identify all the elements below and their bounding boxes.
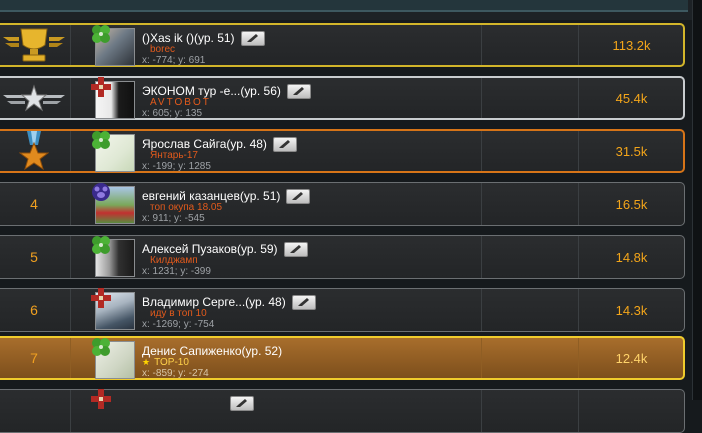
- leaderboard-row[interactable]: ЭКОНОМ тур -е...(ур. 56) AVTOBOT x: 605;…: [0, 76, 685, 120]
- player-coords: x: -199; y: 1285: [142, 161, 211, 172]
- clan-name[interactable]: Килджамп: [150, 255, 198, 266]
- silver-winged-star-icon: [0, 78, 68, 118]
- player-coords: x: 605; y: 135: [142, 108, 203, 119]
- gold-trophy-icon: [0, 25, 68, 65]
- player-score: 12.4k: [615, 350, 648, 366]
- player-score: 31.5k: [615, 143, 648, 159]
- leaderboard-row-current-player[interactable]: 7 Денис Сапиженко(ур. 52) ★ TOP-10 x: -85…: [0, 336, 685, 380]
- rank-number: 5: [30, 249, 38, 265]
- pencil-icon[interactable]: [283, 241, 308, 257]
- leaderboard-row[interactable]: [0, 389, 685, 433]
- pencil-icon[interactable]: [240, 30, 265, 46]
- leaderboard-row[interactable]: 4 евгений казанцев(ур. 51) топ окупа 18.…: [0, 182, 685, 226]
- pencil-icon[interactable]: [230, 395, 254, 411]
- leaderboard-row[interactable]: ()Xas ik ()(ур. 51) borec x: -774; y: 69…: [0, 23, 685, 67]
- leaderboard-row[interactable]: Ярослав Сайга(ур. 48) Янтарь-17 x: -199;…: [0, 129, 685, 173]
- clan-name[interactable]: топ окупа 18.05: [150, 202, 222, 213]
- rank-number: 4: [30, 196, 38, 212]
- leaderboard-row[interactable]: 6 Владимир Серге...(ур. 48) иду в топ 10…: [0, 288, 685, 332]
- clan-name[interactable]: AVTOBOT: [150, 97, 211, 108]
- pencil-icon[interactable]: [286, 83, 311, 99]
- player-name[interactable]: Владимир Серге...(ур. 48): [142, 295, 286, 309]
- purple-paw-badge-icon: [90, 181, 112, 203]
- player-name[interactable]: Алексей Пузаков(ур. 59): [142, 242, 278, 256]
- clan-name[interactable]: borec: [150, 44, 175, 55]
- player-coords: x: -859; y: -274: [142, 368, 209, 379]
- red-cross-badge-icon: [90, 287, 112, 309]
- red-cross-badge-icon: [90, 388, 112, 410]
- clan-name[interactable]: Янтарь-17: [150, 150, 198, 161]
- player-coords: x: 911; y: -545: [142, 213, 205, 224]
- player-coords: x: -774; y: 691: [142, 55, 206, 66]
- clan-name[interactable]: TOP-10: [154, 357, 189, 368]
- pencil-icon[interactable]: [272, 136, 297, 152]
- green-clover-badge-icon: [90, 234, 112, 256]
- player-name[interactable]: ()Xas ik ()(ур. 51): [142, 31, 235, 45]
- player-score: 45.4k: [615, 90, 648, 106]
- player-score: 113.2k: [612, 37, 651, 53]
- clan-line: ★ TOP-10: [142, 357, 189, 368]
- green-clover-badge-icon: [90, 23, 112, 45]
- player-coords: x: -1269; y: -754: [142, 319, 215, 330]
- red-cross-badge-icon: [90, 76, 112, 98]
- clan-name[interactable]: иду в топ 10: [150, 308, 207, 319]
- leaderboard-row[interactable]: 5 Алексей Пузаков(ур. 59) Килджамп x: 12…: [0, 235, 685, 279]
- rank-number: 6: [30, 302, 38, 318]
- star-icon: ★: [142, 357, 151, 367]
- player-coords: x: 1231; y: -399: [142, 266, 211, 277]
- rank-number: 7: [30, 350, 38, 366]
- bronze-star-medal-icon: [0, 131, 68, 171]
- green-clover-badge-icon: [90, 129, 112, 151]
- player-name[interactable]: Денис Сапиженко(ур. 52): [142, 344, 282, 358]
- player-name[interactable]: Ярослав Сайга(ур. 48): [142, 137, 267, 151]
- scrollbar[interactable]: [692, 0, 702, 400]
- top-bar: [0, 0, 702, 20]
- player-score: 16.5k: [615, 196, 648, 212]
- player-name[interactable]: евгений казанцев(ур. 51): [142, 189, 280, 203]
- pencil-icon[interactable]: [286, 188, 311, 204]
- player-score: 14.3k: [615, 302, 648, 318]
- pencil-icon[interactable]: [291, 294, 316, 310]
- top-bar-strip: [0, 0, 688, 12]
- player-name[interactable]: ЭКОНОМ тур -е...(ур. 56): [142, 84, 281, 98]
- player-score: 14.8k: [615, 249, 648, 265]
- green-clover-badge-icon: [90, 336, 112, 358]
